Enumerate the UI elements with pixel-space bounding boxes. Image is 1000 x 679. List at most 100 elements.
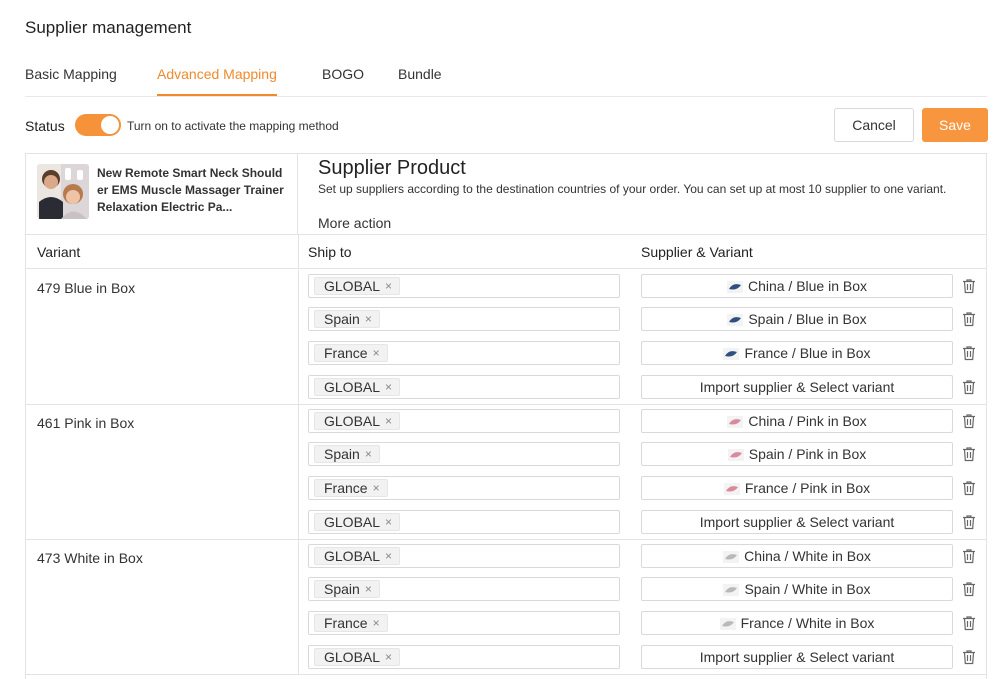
ship-to-tag-label: GLOBAL xyxy=(324,548,381,564)
column-supplier-variant: Supplier & Variant xyxy=(641,244,753,260)
status-label: Status xyxy=(25,118,65,134)
supplier-product-thumb-icon xyxy=(727,415,744,428)
supplier-product-thumb-icon xyxy=(723,482,740,495)
import-supplier-button[interactable]: Import supplier & Select variant xyxy=(641,510,953,534)
remove-tag-icon[interactable]: × xyxy=(385,649,392,665)
ship-to-tag-label: Spain xyxy=(324,446,360,462)
delete-icon[interactable] xyxy=(962,514,976,530)
supplier-variant-select[interactable]: Spain / White in Box xyxy=(641,577,953,601)
ship-to-tag-label: France xyxy=(324,615,368,631)
delete-icon[interactable] xyxy=(962,413,976,429)
remove-tag-icon[interactable]: × xyxy=(373,480,380,496)
variant-name: 461 Pink in Box xyxy=(37,415,135,431)
save-button[interactable]: Save xyxy=(922,108,988,142)
ship-to-select[interactable]: France × xyxy=(308,611,620,635)
ship-to-select[interactable]: GLOBAL × xyxy=(308,645,620,669)
status-toggle[interactable] xyxy=(75,114,121,136)
ship-to-tag: Spain × xyxy=(314,580,380,598)
toggle-knob xyxy=(101,116,119,134)
ship-to-select[interactable]: Spain × xyxy=(308,307,620,331)
ship-to-tag-label: GLOBAL xyxy=(324,649,381,665)
remove-tag-icon[interactable]: × xyxy=(385,278,392,294)
delete-icon[interactable] xyxy=(962,548,976,564)
remove-tag-icon[interactable]: × xyxy=(385,413,392,429)
supplier-variant-label: France / Blue in Box xyxy=(744,345,871,361)
supplier-product-title: Supplier Product xyxy=(318,157,466,179)
supplier-variant-label: China / White in Box xyxy=(744,548,871,564)
supplier-product-thumb-icon xyxy=(723,583,740,596)
ship-to-select[interactable]: Spain × xyxy=(308,577,620,601)
delete-icon[interactable] xyxy=(962,446,976,462)
variant-group: 479 Blue in Box GLOBAL × China / Blue in Bo… xyxy=(26,270,986,405)
remove-tag-icon[interactable]: × xyxy=(373,345,380,361)
supplier-variant-label: Import supplier & Select variant xyxy=(699,514,895,530)
delete-icon[interactable] xyxy=(962,480,976,496)
supplier-product-thumb-icon xyxy=(727,313,744,326)
supplier-variant-select[interactable]: Spain / Pink in Box xyxy=(641,442,953,466)
supplier-variant-label: Import supplier & Select variant xyxy=(699,379,895,395)
supplier-variant-label: China / Blue in Box xyxy=(747,278,868,294)
supplier-variant-label: France / Pink in Box xyxy=(744,480,871,496)
ship-to-tag: France × xyxy=(314,614,388,632)
ship-to-tag-label: France xyxy=(324,345,368,361)
tab-bogo[interactable]: BOGO xyxy=(322,66,364,96)
column-variant: Variant xyxy=(37,244,81,260)
ship-to-tag: GLOBAL × xyxy=(314,412,401,430)
supplier-variant-select[interactable]: France / Pink in Box xyxy=(641,476,953,500)
column-divider xyxy=(298,405,299,540)
remove-tag-icon[interactable]: × xyxy=(365,311,372,327)
tab-basic-mapping[interactable]: Basic Mapping xyxy=(25,66,117,96)
supplier-variant-select[interactable]: Spain / Blue in Box xyxy=(641,307,953,331)
supplier-variant-label: France / White in Box xyxy=(740,615,875,631)
mapping-table: New Remote Smart Neck Shoulder EMS Muscl… xyxy=(25,153,987,679)
supplier-variant-select[interactable]: France / White in Box xyxy=(641,611,953,635)
variant-name: 473 White in Box xyxy=(37,550,143,566)
ship-to-tag: GLOBAL × xyxy=(314,547,401,565)
remove-tag-icon[interactable]: × xyxy=(365,446,372,462)
remove-tag-icon[interactable]: × xyxy=(385,379,392,395)
ship-to-tag-label: Spain xyxy=(324,311,360,327)
delete-icon[interactable] xyxy=(962,311,976,327)
supplier-product-thumb-icon xyxy=(723,550,740,563)
ship-to-tag-label: GLOBAL xyxy=(324,514,381,530)
product-photo-icon xyxy=(37,164,89,219)
ship-to-tag: Spain × xyxy=(314,445,380,463)
remove-tag-icon[interactable]: × xyxy=(365,581,372,597)
page-title: Supplier management xyxy=(25,18,192,37)
ship-to-select[interactable]: GLOBAL × xyxy=(308,544,620,568)
ship-to-select[interactable]: GLOBAL × xyxy=(308,409,620,433)
cancel-button[interactable]: Cancel xyxy=(834,108,914,142)
supplier-variant-select[interactable]: France / Blue in Box xyxy=(641,341,953,365)
delete-icon[interactable] xyxy=(962,379,976,395)
remove-tag-icon[interactable]: × xyxy=(373,615,380,631)
supplier-product-thumb-icon xyxy=(727,448,744,461)
tab-bundle[interactable]: Bundle xyxy=(398,66,442,96)
column-ship-to: Ship to xyxy=(308,244,352,260)
import-supplier-button[interactable]: Import supplier & Select variant xyxy=(641,375,953,399)
delete-icon[interactable] xyxy=(962,278,976,294)
delete-icon[interactable] xyxy=(962,581,976,597)
ship-to-select[interactable]: France × xyxy=(308,341,620,365)
column-divider xyxy=(298,235,299,269)
remove-tag-icon[interactable]: × xyxy=(385,548,392,564)
ship-to-tag: GLOBAL × xyxy=(314,648,401,666)
more-action-link[interactable]: More action xyxy=(318,215,391,231)
supplier-variant-select[interactable]: China / Blue in Box xyxy=(641,274,953,298)
ship-to-select[interactable]: GLOBAL × xyxy=(308,274,620,298)
ship-to-select[interactable]: France × xyxy=(308,476,620,500)
ship-to-select[interactable]: Spain × xyxy=(308,442,620,466)
ship-to-tag: France × xyxy=(314,344,388,362)
status-row: Status Turn on to activate the mapping m… xyxy=(25,108,988,142)
supplier-variant-select[interactable]: China / Pink in Box xyxy=(641,409,953,433)
ship-to-select[interactable]: GLOBAL × xyxy=(308,375,620,399)
ship-to-tag: France × xyxy=(314,479,388,497)
supplier-variant-select[interactable]: China / White in Box xyxy=(641,544,953,568)
import-supplier-button[interactable]: Import supplier & Select variant xyxy=(641,645,953,669)
tab-advanced-mapping[interactable]: Advanced Mapping xyxy=(157,66,277,96)
ship-to-select[interactable]: GLOBAL × xyxy=(308,510,620,534)
remove-tag-icon[interactable]: × xyxy=(385,514,392,530)
delete-icon[interactable] xyxy=(962,615,976,631)
status-hint: Turn on to activate the mapping method xyxy=(127,119,339,133)
delete-icon[interactable] xyxy=(962,649,976,665)
delete-icon[interactable] xyxy=(962,345,976,361)
